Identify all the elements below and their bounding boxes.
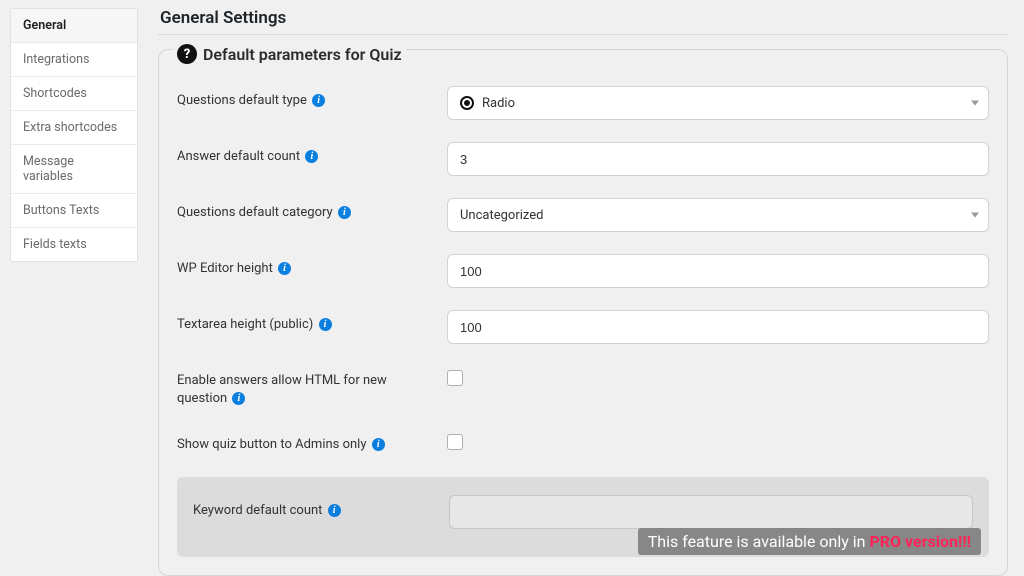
label-admins-only: Show quiz button to Admins only i [177,430,427,454]
sidebar-item-label: Message variables [23,154,74,184]
sidebar-item-label: Buttons Texts [23,203,99,218]
row-answer-count: Answer default count i [177,142,989,176]
label-wp-editor-height: WP Editor height i [177,254,427,278]
info-icon[interactable]: i [232,392,245,405]
settings-sidebar: General Integrations Shortcodes Extra sh… [10,8,138,262]
radio-icon [460,96,474,110]
info-icon[interactable]: i [338,206,351,219]
chevron-down-icon [971,101,979,106]
sidebar-item-label: Integrations [23,52,89,67]
checkbox-allow-html[interactable] [447,370,463,386]
info-icon[interactable]: i [319,318,332,331]
pro-banner: This feature is available only in PRO ve… [638,528,981,555]
sidebar-item-label: General [23,18,66,33]
info-icon[interactable]: i [305,150,318,163]
main-content: General Settings ? Default parameters fo… [158,8,1014,540]
select-value: Radio [482,96,515,111]
select-value: Uncategorized [460,208,543,223]
sidebar-item-label: Shortcodes [23,86,87,101]
checkbox-admins-only[interactable] [447,434,463,450]
info-icon[interactable]: i [328,504,341,517]
row-textarea-height: Textarea height (public) i [177,310,989,344]
sidebar-item-shortcodes[interactable]: Shortcodes [11,77,137,111]
label-question-category: Questions default category i [177,198,427,222]
panel-legend-text: Default parameters for Quiz [203,45,402,64]
sidebar-item-label: Fields texts [23,237,87,252]
row-question-category: Questions default category i Uncategoriz… [177,198,989,232]
question-icon: ? [177,44,197,64]
label-question-type: Questions default type i [177,86,427,110]
info-icon[interactable]: i [372,438,385,451]
sidebar-item-label: Extra shortcodes [23,120,117,135]
sidebar-item-fields-texts[interactable]: Fields texts [11,228,137,261]
input-keyword-count [449,495,973,529]
row-question-type: Questions default type i Radio [177,86,989,120]
select-question-type[interactable]: Radio [447,86,989,120]
sidebar-item-message-variables[interactable]: Message variables [11,145,137,194]
sidebar-item-integrations[interactable]: Integrations [11,43,137,77]
info-icon[interactable]: i [278,262,291,275]
row-allow-html: Enable answers allow HTML for new questi… [177,366,989,408]
label-keyword-count: Keyword default count i [193,495,429,518]
label-allow-html: Enable answers allow HTML for new questi… [177,366,427,408]
sidebar-item-general[interactable]: General [11,9,137,43]
input-wp-editor-height[interactable] [447,254,989,288]
pro-banner-highlight: PRO version!!! [869,532,971,551]
divider [158,34,1008,35]
default-parameters-panel: ? Default parameters for Quiz Questions … [158,49,1008,576]
label-answer-count: Answer default count i [177,142,427,166]
label-textarea-height: Textarea height (public) i [177,310,427,334]
input-textarea-height[interactable] [447,310,989,344]
row-admins-only: Show quiz button to Admins only i [177,430,989,454]
sidebar-item-extra-shortcodes[interactable]: Extra shortcodes [11,111,137,145]
sidebar-item-buttons-texts[interactable]: Buttons Texts [11,194,137,228]
info-icon[interactable]: i [312,94,325,107]
panel-legend: ? Default parameters for Quiz [173,44,406,64]
row-wp-editor-height: WP Editor height i [177,254,989,288]
page-title: General Settings [158,8,1008,28]
input-answer-count[interactable] [447,142,989,176]
chevron-down-icon [971,213,979,218]
pro-block: Keyword default count i This feature is … [177,477,989,557]
select-question-category[interactable]: Uncategorized [447,198,989,232]
pro-banner-prefix: This feature is available only in [648,532,870,551]
